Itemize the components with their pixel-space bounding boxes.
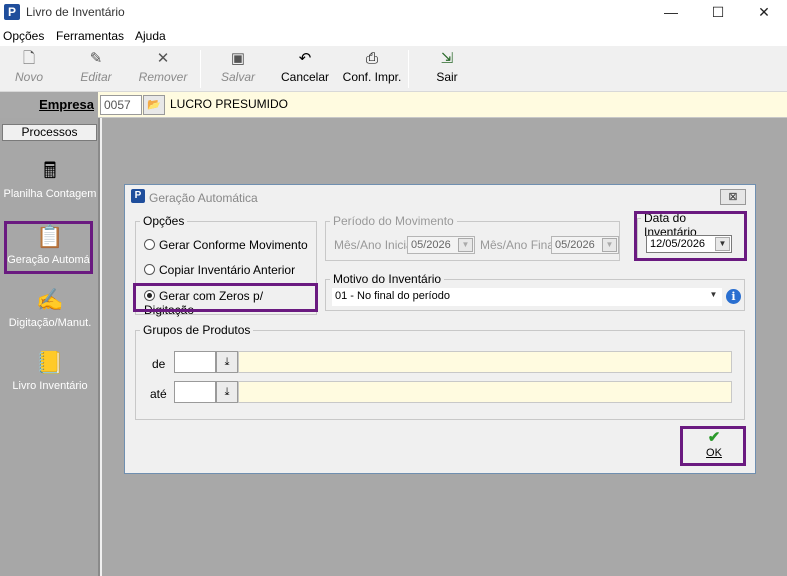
- editar-label: Editar: [80, 70, 112, 84]
- periodo-legend: Período do Movimento: [330, 214, 457, 228]
- chevron-down-icon: ▼: [458, 238, 473, 252]
- novo-label: Novo: [14, 70, 43, 84]
- remover-button[interactable]: ✕ Remover: [128, 48, 198, 90]
- app-icon: P: [131, 189, 145, 203]
- sair-label: Sair: [436, 70, 458, 84]
- open-folder-icon[interactable]: 📂: [143, 95, 165, 115]
- mes-ano-final-label: Mês/Ano Final: [480, 238, 557, 252]
- mes-ano-inicial-value: 05/2026: [411, 239, 451, 251]
- radio-label: Gerar Conforme Movimento: [159, 238, 308, 252]
- highlight-box: [634, 211, 747, 261]
- grupo-de-description: [238, 351, 732, 373]
- info-icon[interactable]: i: [726, 289, 741, 304]
- download-arrow-icon: ⤓: [224, 386, 230, 398]
- title-bar: P Livro de Inventário — ☐ ✕: [0, 0, 787, 26]
- maximize-button[interactable]: ☐: [695, 0, 741, 26]
- menu-ferramentas[interactable]: Ferramentas: [56, 29, 124, 43]
- remover-label: Remover: [138, 70, 188, 84]
- chevron-down-icon: ▼: [602, 238, 617, 252]
- periodo-group: Período do Movimento Mês/Ano Inicial 05/…: [325, 214, 620, 261]
- radio-gerar-conforme-movimento[interactable]: Gerar Conforme Movimento: [144, 238, 308, 254]
- printer-icon: ⎙: [365, 50, 378, 67]
- editar-button[interactable]: ✎ Editar: [61, 48, 131, 90]
- dialog-title-bar: P Geração Automática ⊠: [125, 185, 755, 209]
- de-label: de: [152, 357, 166, 371]
- salvar-label: Salvar: [220, 70, 255, 84]
- window-title: Livro de Inventário: [26, 5, 125, 19]
- highlight-box: [4, 221, 93, 274]
- sidebar-item-livro[interactable]: 📒 Livro Inventário: [0, 346, 100, 404]
- radio-label: Copiar Inventário Anterior: [159, 263, 296, 277]
- grupo-de-lookup-button[interactable]: ⤓: [216, 351, 238, 373]
- toolbar: 🗋 Novo ✎ Editar ✕ Remover ▣ Salvar ↶ Can…: [0, 46, 787, 92]
- book-icon: 📒: [36, 350, 64, 375]
- grupos-legend: Grupos de Produtos: [140, 323, 254, 337]
- sidebar-item-digitacao[interactable]: ✍ Digitação/Manut.: [0, 283, 100, 341]
- sair-button[interactable]: ⇲ Sair: [412, 48, 482, 90]
- toolbar-separator: [408, 50, 409, 88]
- remove-icon: ✕: [156, 50, 170, 67]
- radio-icon[interactable]: [144, 264, 155, 275]
- empresa-code-field[interactable]: 0057: [100, 95, 142, 115]
- edit-icon: ✎: [89, 50, 103, 67]
- grupo-ate-field[interactable]: [174, 381, 216, 403]
- menu-ajuda[interactable]: Ajuda: [135, 29, 166, 43]
- app-icon: P: [4, 4, 20, 20]
- mes-ano-inicial-select[interactable]: 05/2026 ▼: [407, 236, 475, 254]
- salvar-button[interactable]: ▣ Salvar: [203, 48, 273, 90]
- undo-icon: ↶: [298, 50, 312, 67]
- grupo-ate-lookup-button[interactable]: ⤓: [216, 381, 238, 403]
- processos-header: Processos: [2, 124, 97, 141]
- motivo-value: 01 - No final do período: [335, 290, 450, 302]
- motivo-select[interactable]: 01 - No final do período ▼: [332, 288, 722, 306]
- chevron-down-icon: ▼: [706, 289, 721, 303]
- grupo-ate-description: [238, 381, 732, 403]
- grupos-group: Grupos de Produtos de ⤓ até ⤓: [135, 323, 745, 420]
- sidebar-item-label: Planilha Contagem: [3, 188, 97, 200]
- conf-impr-button[interactable]: ⎙ Conf. Impr.: [337, 48, 407, 90]
- typing-icon: ✍: [36, 287, 64, 312]
- motivo-legend: Motivo do Inventário: [330, 272, 445, 286]
- radio-icon[interactable]: [144, 239, 155, 250]
- novo-button[interactable]: 🗋 Novo: [0, 48, 64, 90]
- close-button[interactable]: ✕: [741, 0, 787, 26]
- cancelar-button[interactable]: ↶ Cancelar: [270, 48, 340, 90]
- sidebar-item-planilha[interactable]: 🖩 Planilha Contagem: [0, 154, 100, 212]
- radio-copiar-inventario[interactable]: Copiar Inventário Anterior: [144, 263, 295, 279]
- mes-ano-final-select[interactable]: 05/2026 ▼: [551, 236, 619, 254]
- empresa-bar: Empresa 0057 📂 LUCRO PRESUMIDO: [0, 92, 787, 118]
- dialog-title: Geração Automática: [149, 191, 258, 205]
- download-arrow-icon: ⤓: [224, 356, 230, 368]
- toolbar-separator: [200, 50, 201, 88]
- dialog-close-button[interactable]: ⊠: [720, 189, 746, 205]
- sidebar-item-label: Digitação/Manut.: [8, 317, 92, 329]
- ate-label: até: [150, 387, 167, 401]
- menu-bar: Opções Ferramentas Ajuda: [0, 26, 787, 46]
- exit-door-icon: ⇲: [440, 50, 454, 67]
- conf-impr-label: Conf. Impr.: [342, 70, 402, 84]
- empresa-name: LUCRO PRESUMIDO: [170, 97, 289, 111]
- mes-ano-inicial-label: Mês/Ano Inicial: [334, 238, 416, 252]
- empresa-label: Empresa: [0, 92, 98, 118]
- cancelar-label: Cancelar: [280, 70, 330, 84]
- opcoes-legend: Opções: [140, 214, 188, 228]
- save-icon: ▣: [230, 50, 246, 67]
- menu-opcoes[interactable]: Opções: [3, 29, 44, 43]
- sidebar: Processos 🖩 Planilha Contagem 📋 Geração …: [0, 118, 100, 576]
- geracao-automatica-dialog: P Geração Automática ⊠ Opções Gerar Conf…: [124, 184, 756, 474]
- highlight-box: [680, 426, 746, 466]
- sidebar-item-label: Livro Inventário: [12, 380, 88, 392]
- mes-ano-final-value: 05/2026: [555, 239, 595, 251]
- grupo-de-field[interactable]: [174, 351, 216, 373]
- new-document-icon: 🗋: [22, 50, 36, 67]
- highlight-box: [133, 283, 318, 312]
- motivo-group: Motivo do Inventário 01 - No final do pe…: [325, 272, 745, 311]
- minimize-button[interactable]: —: [648, 0, 694, 26]
- calculator-icon: 🖩: [43, 158, 57, 183]
